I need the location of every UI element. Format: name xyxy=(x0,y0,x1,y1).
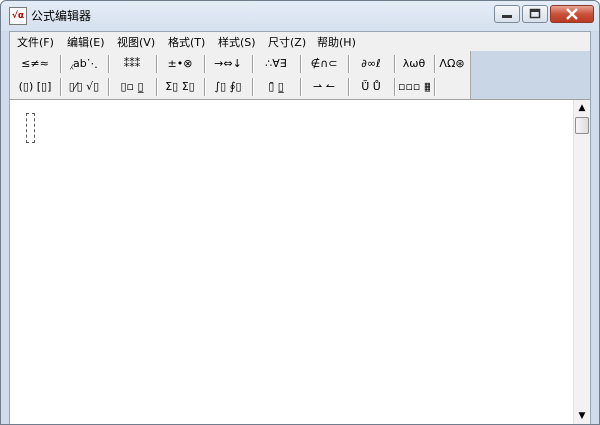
relation-symbols-palette[interactable]: ≤≠≈ xyxy=(13,53,57,74)
vertical-scrollbar[interactable]: ▲ ▼ xyxy=(573,100,590,424)
menu-bar: 文件(F) 编辑(E) 视图(V) 格式(T) 样式(S) 尺寸(Z) 帮助(H… xyxy=(10,32,590,51)
fraction-radical-templates-palette[interactable]: ▯⁄▯ √▯ xyxy=(63,76,105,97)
greek-lowercase-palette[interactable]: λωθ xyxy=(397,53,431,74)
set-theory-symbols-palette[interactable]: ∉∩⊂ xyxy=(303,53,345,74)
misc-symbols-palette[interactable]: ∂∞ℓ xyxy=(351,53,391,74)
minimize-button[interactable] xyxy=(494,5,520,23)
equation-app-icon: √α xyxy=(9,7,27,25)
products-set-theory-templates-palette[interactable]: Ũ̈ Ů xyxy=(351,76,391,97)
underbar-overbar-templates-palette[interactable]: ▯̄ ▯̲ xyxy=(255,76,297,97)
labeled-arrow-templates-palette[interactable]: ⇀ ↼ xyxy=(303,76,345,97)
toolbar-area: ≤≠≈ ⁁ab⋱ ⁑⁑⁑ ±•⊗ →⇔↓ ∴∀∃ ∉∩⊂ ∂∞ℓ λωθ ΛΩ⊛… xyxy=(10,51,590,99)
menu-size[interactable]: 尺寸(Z) xyxy=(268,34,306,50)
toolbar-separator xyxy=(394,78,395,96)
logical-symbols-palette[interactable]: ∴∀∃ xyxy=(255,53,297,74)
toolbar-separator xyxy=(300,55,301,73)
equation-editing-area[interactable]: ▲ ▼ xyxy=(10,99,590,424)
scroll-up-icon[interactable]: ▲ xyxy=(574,100,590,116)
toolbar-separator xyxy=(108,78,109,96)
integral-templates-palette[interactable]: ∫▯ ∮▯ xyxy=(207,76,249,97)
toolbar-separator xyxy=(204,78,205,96)
spaces-ellipses-palette[interactable]: ⁁ab⋱ xyxy=(63,53,105,74)
toolbar-separator xyxy=(108,55,109,73)
toolbar-separator xyxy=(434,55,435,73)
subscript-superscript-templates-palette[interactable]: ▯▫ ▯̲ xyxy=(111,76,153,97)
window-title: 公式编辑器 xyxy=(31,9,92,23)
toolbar-separator xyxy=(60,55,61,73)
toolbar-separator xyxy=(252,55,253,73)
toolbar-separator xyxy=(252,78,253,96)
toolbar-separator xyxy=(156,78,157,96)
toolbar-separator xyxy=(348,55,349,73)
menu-format[interactable]: 格式(T) xyxy=(168,34,205,50)
template-palette-row: (▯) [▯] ▯⁄▯ √▯ ▯▫ ▯̲ Σ▯ Σ▯ ∫▯ ∮▯ ▯̄ ▯̲ ⇀… xyxy=(10,76,470,98)
symbol-template-palettes: ≤≠≈ ⁁ab⋱ ⁑⁑⁑ ±•⊗ →⇔↓ ∴∀∃ ∉∩⊂ ∂∞ℓ λωθ ΛΩ⊛… xyxy=(10,51,471,99)
title-bar[interactable]: √α 公式编辑器 xyxy=(1,1,599,29)
menu-help[interactable]: 帮助(H) xyxy=(317,34,356,50)
maximize-icon xyxy=(529,8,541,19)
toolbar-separator xyxy=(434,78,435,96)
toolbar-separator xyxy=(204,55,205,73)
menu-edit[interactable]: 编辑(E) xyxy=(67,34,105,50)
symbol-palette-row: ≤≠≈ ⁁ab⋱ ⁑⁑⁑ ±•⊗ →⇔↓ ∴∀∃ ∉∩⊂ ∂∞ℓ λωθ ΛΩ⊛ xyxy=(10,53,470,75)
scroll-down-icon[interactable]: ▼ xyxy=(574,408,590,424)
scrollbar-thumb[interactable] xyxy=(575,117,589,134)
toolbar-separator xyxy=(348,78,349,96)
equation-editor-window: √α 公式编辑器 文件(F) 编辑(E) 视图(V) 格式(T) 样式(S) 尺… xyxy=(0,0,600,425)
fence-templates-palette[interactable]: (▯) [▯] xyxy=(13,76,57,97)
toolbar-separator xyxy=(394,55,395,73)
toolbar-separator xyxy=(60,78,61,96)
menu-file[interactable]: 文件(F) xyxy=(17,34,54,50)
minimize-icon xyxy=(502,15,512,18)
summation-templates-palette[interactable]: Σ▯ Σ▯ xyxy=(159,76,201,97)
client-area: 文件(F) 编辑(E) 视图(V) 格式(T) 样式(S) 尺寸(Z) 帮助(H… xyxy=(9,31,591,424)
menu-style[interactable]: 样式(S) xyxy=(218,34,256,50)
maximize-button[interactable] xyxy=(522,5,548,23)
close-button[interactable] xyxy=(550,5,594,23)
toolbar-separator xyxy=(156,55,157,73)
embellishments-palette[interactable]: ⁑⁑⁑ xyxy=(111,53,153,74)
toolbar-separator xyxy=(300,78,301,96)
empty-equation-slot[interactable] xyxy=(26,113,35,143)
menu-view[interactable]: 视图(V) xyxy=(117,34,155,50)
arrow-symbols-palette[interactable]: →⇔↓ xyxy=(207,53,249,74)
matrix-templates-palette[interactable]: ▫▫▫ ▦ xyxy=(397,76,431,97)
close-icon xyxy=(566,8,578,20)
operator-symbols-palette[interactable]: ±•⊗ xyxy=(159,53,201,74)
greek-uppercase-palette[interactable]: ΛΩ⊛ xyxy=(436,53,468,74)
